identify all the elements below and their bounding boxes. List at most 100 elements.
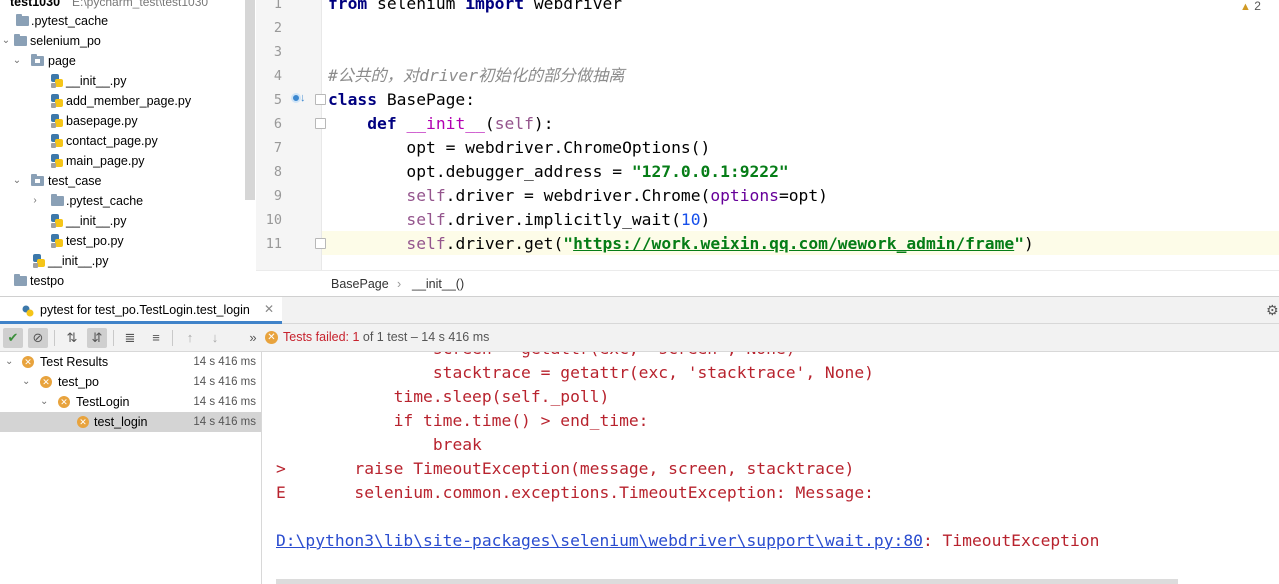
tree-item-selenium-po[interactable]: ⌄ selenium_po bbox=[0, 31, 245, 51]
code-token: class bbox=[328, 90, 378, 109]
chevron-down-icon[interactable]: ⌄ bbox=[11, 171, 23, 191]
traceback-file-link[interactable]: D:\python3\lib\site-packages\selenium\we… bbox=[276, 531, 923, 550]
result-label: Test Results bbox=[40, 355, 109, 369]
breadcrumb-item-class[interactable]: BasePage bbox=[331, 277, 389, 291]
tree-item-label: contact_page.py bbox=[66, 134, 158, 148]
tree-item-label: add_member_page.py bbox=[66, 94, 192, 108]
line-number: 4 bbox=[273, 68, 282, 84]
fold-icon[interactable] bbox=[315, 94, 326, 105]
breadcrumb-separator: › bbox=[397, 277, 402, 291]
tree-item-test-case-init[interactable]: __init__.py bbox=[0, 211, 245, 231]
code-line-10[interactable]: self.driver.implicitly_wait(10) bbox=[328, 208, 710, 232]
console-output[interactable]: screen = getattr(exc, 'screen', None) st… bbox=[262, 352, 1279, 584]
code-line-1[interactable]: from selenium import webdriver bbox=[328, 0, 622, 16]
result-row-testlogin[interactable]: ⌄ ✕ TestLogin 14 s 416 ms bbox=[0, 392, 261, 412]
chevron-right-icon[interactable]: › bbox=[29, 191, 41, 211]
code-line-8[interactable]: opt.debugger_address = "127.0.0.1:9222" bbox=[328, 160, 789, 184]
console-horizontal-scrollbar[interactable] bbox=[276, 579, 1178, 584]
tree-item-testpo[interactable]: testpo bbox=[0, 271, 245, 291]
python-file-icon bbox=[51, 214, 63, 228]
tree-item-label: testpo bbox=[30, 274, 65, 288]
tree-item-label: page bbox=[48, 54, 76, 68]
close-icon[interactable]: ✕ bbox=[264, 302, 274, 316]
arrow-up-icon[interactable]: ↑ bbox=[180, 328, 200, 348]
show-passed-button[interactable]: ✔ bbox=[3, 328, 23, 348]
console-line: E selenium.common.exceptions.TimeoutExce… bbox=[276, 483, 874, 502]
tree-item-selenium-po-init[interactable]: __init__.py bbox=[0, 251, 245, 271]
code-token: ) bbox=[1024, 234, 1034, 253]
result-row-test-results[interactable]: ⌄ ✕ Test Results 14 s 416 ms bbox=[0, 352, 261, 372]
tree-item-label: .pytest_cache bbox=[31, 14, 109, 28]
code-token: def bbox=[367, 114, 397, 133]
code-token: self bbox=[406, 186, 446, 205]
code-token: ): bbox=[533, 114, 554, 133]
code-line-11[interactable]: self.driver.get("https://work.weixin.qq.… bbox=[328, 232, 1034, 256]
code-string: "127.0.0.1:9222" bbox=[631, 162, 789, 181]
python-file-icon bbox=[33, 254, 45, 268]
tree-item-page-init[interactable]: __init__.py bbox=[0, 71, 245, 91]
result-row-test-po[interactable]: ⌄ ✕ test_po 14 s 416 ms bbox=[0, 372, 261, 392]
code-comment: #公共的，对driver初始化的部分做抽离 bbox=[328, 66, 625, 85]
folder-icon bbox=[16, 14, 29, 26]
breadcrumb-item-method[interactable]: __init__() bbox=[412, 277, 464, 291]
tree-item-label: selenium_po bbox=[30, 34, 101, 48]
project-tree: test1030 E:\pycharm_test\test1030 .pytes… bbox=[0, 0, 256, 296]
line-number: 10 bbox=[265, 212, 282, 228]
code-token: .driver = webdriver.Chrome( bbox=[445, 186, 711, 205]
fold-icon[interactable] bbox=[315, 238, 326, 249]
code-number: 10 bbox=[680, 210, 701, 229]
code-line-6[interactable]: def __init__(self): bbox=[328, 112, 554, 136]
result-label: TestLogin bbox=[76, 395, 130, 409]
chevron-down-icon[interactable]: ⌄ bbox=[0, 31, 12, 51]
more-actions-icon[interactable]: » bbox=[243, 328, 263, 348]
inspection-widget[interactable]: ▲ 2 bbox=[1240, 0, 1261, 13]
code-line-5[interactable]: class BasePage: bbox=[328, 88, 475, 112]
console-line: screen = getattr(exc, 'screen', None) bbox=[276, 352, 796, 361]
gear-icon[interactable]: ⚙ bbox=[1266, 302, 1279, 319]
result-time: 14 s 416 ms bbox=[193, 356, 256, 368]
tree-item-add-member-page[interactable]: add_member_page.py bbox=[0, 91, 245, 111]
code-token: __init__ bbox=[406, 114, 485, 133]
code-line-7[interactable]: opt = webdriver.ChromeOptions() bbox=[328, 136, 710, 160]
fold-icon[interactable] bbox=[315, 118, 326, 129]
test-failed-icon: ✕ bbox=[265, 331, 278, 344]
expand-all-icon[interactable]: ≣ bbox=[120, 328, 140, 348]
status-summary: of 1 test – 14 s 416 ms bbox=[359, 330, 490, 344]
sort-duration-icon[interactable]: ⇵ bbox=[87, 328, 107, 348]
tree-item-test-case-pytest-cache[interactable]: › .pytest_cache bbox=[0, 191, 245, 211]
result-row-test-login[interactable]: ✕ test_login 14 s 416 ms bbox=[0, 412, 261, 432]
line-number: 9 bbox=[273, 188, 282, 204]
run-tab[interactable]: pytest for test_po.TestLogin.test_login … bbox=[0, 297, 282, 324]
code-token: self bbox=[406, 234, 446, 253]
chevron-down-icon[interactable]: ⌄ bbox=[40, 392, 48, 412]
chevron-down-icon[interactable]: ⌄ bbox=[11, 51, 23, 71]
tree-item-contact-page[interactable]: contact_page.py bbox=[0, 131, 245, 151]
chevron-down-icon[interactable]: ⌄ bbox=[5, 352, 13, 372]
folder-icon bbox=[14, 274, 27, 286]
code-line-9[interactable]: self.driver = webdriver.Chrome(options=o… bbox=[328, 184, 828, 208]
arrow-down-icon[interactable]: ↓ bbox=[205, 328, 225, 348]
code-token: import bbox=[465, 0, 525, 13]
project-scrollbar[interactable] bbox=[245, 0, 255, 200]
console-line: time.sleep(self._poll) bbox=[276, 387, 610, 406]
collapse-all-icon[interactable]: ≡ bbox=[146, 328, 166, 348]
sort-alpha-icon[interactable]: ⇅ bbox=[62, 328, 82, 348]
code-url-link[interactable]: https://work.weixin.qq.com/wework_admin/… bbox=[573, 234, 1014, 253]
chevron-down-icon[interactable]: ⌄ bbox=[22, 372, 30, 392]
show-ignored-button[interactable]: ⊘ bbox=[28, 328, 48, 348]
tree-item-label: __init__.py bbox=[66, 74, 127, 88]
test-failed-icon: ✕ bbox=[40, 376, 52, 388]
tree-item-basepage[interactable]: basepage.py bbox=[0, 111, 245, 131]
tree-item-pytest-cache[interactable]: .pytest_cache bbox=[0, 11, 245, 31]
code-token: .driver.implicitly_wait( bbox=[445, 210, 681, 229]
test-failed-icon: ✕ bbox=[58, 396, 70, 408]
tree-item-test-po[interactable]: test_po.py bbox=[0, 231, 245, 251]
line-number: 7 bbox=[273, 140, 282, 156]
tree-item-main-page[interactable]: main_page.py bbox=[0, 151, 245, 171]
line-number: 6 bbox=[273, 116, 282, 132]
tree-item-page[interactable]: ⌄ page bbox=[0, 51, 245, 71]
python-file-icon bbox=[51, 74, 63, 88]
code-token: options bbox=[710, 186, 779, 205]
tree-item-test-case[interactable]: ⌄ test_case bbox=[0, 171, 245, 191]
code-line-4[interactable]: #公共的，对driver初始化的部分做抽离 bbox=[328, 64, 625, 88]
